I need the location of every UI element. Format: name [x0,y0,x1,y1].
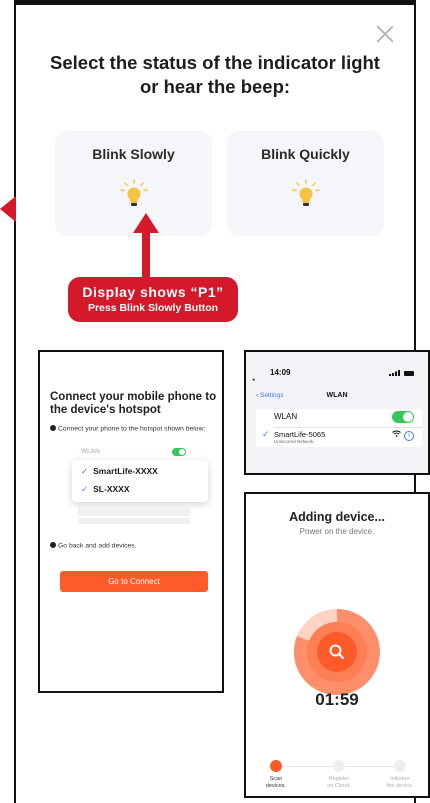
status-icons [389,370,414,378]
wlan-settings-screenshot: ◂ 14:09 WLAN ‹ Settings WLAN ✓ SmartLife… [244,350,430,475]
network-icons: i [392,430,414,441]
close-icon[interactable] [376,25,394,43]
wlan-label: WLAN [81,448,100,455]
step-scan: Scan devices. [246,760,306,789]
instruction-callout: Display shows “P1” Press Blink Slowly Bu… [68,277,238,322]
initialize-icon [394,760,406,772]
lightbulb-icon [291,179,320,206]
wlan-row: WLAN [72,446,196,458]
wlan-toggle[interactable] [172,448,186,456]
hotspot-step-1: Connect your phone to the hotspot shown … [50,425,222,433]
bullet-icon [50,425,56,431]
network-popup: ✓ SmartLife-XXXX ✓ SL-XXXX [72,460,208,502]
instruction-frame: Select the status of the indicator light… [14,0,430,803]
network-item[interactable]: ✓ SmartLife-XXXX [81,466,158,477]
go-to-connect-button[interactable]: Go to Connect [60,571,208,592]
up-arrow-icon [133,213,159,279]
scanning-progress-ring [294,609,380,695]
countdown-timer: 01:59 [315,690,359,709]
divider [274,427,422,428]
hotspot-title: Connect your mobile phone to the device'… [50,391,217,416]
page-title: Select the status of the indicator light… [50,52,380,97]
info-icon[interactable]: i [404,431,414,441]
hotspot-screenshot: Connect your mobile phone to the device'… [38,350,224,693]
blink-quickly-label: Blink Quickly [261,146,350,162]
wlan-card: WLAN ✓ SmartLife-5065 Unsecured Network … [256,409,422,447]
hotspot-network-list: WLAN ✓ SmartLife-XXXX ✓ SL-XXXX [72,444,208,524]
placeholder-row [78,518,190,524]
lightbulb-icon [119,179,148,206]
battery-icon [404,371,414,376]
step-register: Register on Cloud. [309,760,369,789]
signal-icon [389,370,400,376]
left-arrow-icon [0,196,16,222]
step-initialize: Initialize the device. [370,760,428,789]
network-security: Unsecured Network [274,439,314,444]
progress-steps: Scan devices. Register on Cloud. Initializ… [246,760,428,796]
status-time: 14:09 [270,368,291,377]
bullet-icon [50,542,56,548]
check-icon: ✓ [81,484,89,494]
scan-icon [270,760,282,772]
settings-back-link[interactable]: ‹ Settings [256,392,283,399]
cloud-icon [333,760,345,772]
blink-slowly-label: Blink Slowly [92,146,175,162]
adding-subtitle: Power on the device. [299,527,375,536]
hotspot-step-2: Go back and add devices. [50,542,222,550]
check-icon: ✓ [81,466,89,476]
adding-title: Adding device... [289,510,385,524]
network-item[interactable]: ✓ SL-XXXX [81,484,130,495]
wifi-icon [392,430,401,437]
status-dot: ◂ [252,377,255,383]
callout-line-2: Press Blink Slowly Button [87,302,219,314]
wlan-row-label: WLAN [274,412,298,421]
check-icon: ✓ [262,429,270,439]
placeholder-row [78,506,190,516]
wlan-toggle[interactable] [392,411,414,423]
connected-network[interactable]: SmartLife-5065 [274,430,325,439]
adding-device-screenshot: Adding device... Power on the device. 01… [244,492,430,798]
callout-line-1: Display shows “P1” [82,284,224,300]
blink-quickly-card[interactable]: Blink Quickly [227,131,384,236]
